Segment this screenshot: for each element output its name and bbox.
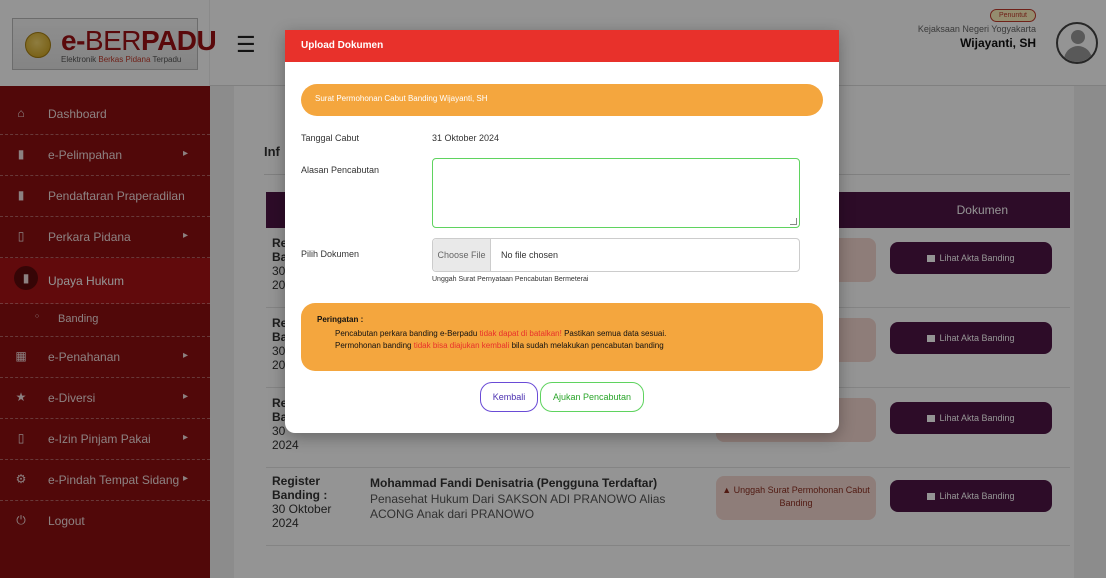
alasan-textarea[interactable] (432, 158, 800, 228)
warning-title: Peringatan : (317, 315, 364, 324)
tanggal-label: Tanggal Cabut (301, 133, 360, 143)
warning-line-1: Pencabutan perkara banding e-Berpadu tid… (335, 329, 667, 338)
document-title-bar: Surat Permohonan Cabut Banding Wijayanti… (301, 84, 823, 116)
document-title: Surat Permohonan Cabut Banding Wijayanti… (315, 94, 488, 103)
kembali-button[interactable]: Kembali (480, 382, 538, 412)
tanggal-value: 31 Oktober 2024 (432, 133, 500, 143)
alasan-label: Alasan Pencabutan (301, 165, 380, 175)
dokumen-label: Pilih Dokumen (301, 249, 360, 259)
warning-box: Peringatan : Pencabutan perkara banding … (301, 303, 823, 371)
choose-file-button[interactable]: Choose File (433, 239, 491, 271)
file-name: No file chosen (501, 250, 559, 260)
ajukan-pencabutan-button[interactable]: Ajukan Pencabutan (540, 382, 644, 412)
file-hint: Unggah Surat Pernyataan Pencabutan Berme… (432, 276, 589, 283)
modal-header: Upload Dokumen (285, 30, 839, 62)
resize-handle-icon[interactable] (790, 218, 797, 225)
upload-dokumen-modal: Upload Dokumen Surat Permohonan Cabut Ba… (285, 30, 839, 433)
warning-line-2: Permohonan banding tidak bisa diajukan k… (335, 341, 664, 350)
modal-title: Upload Dokumen (301, 40, 384, 51)
file-input[interactable]: Choose File No file chosen (432, 238, 800, 272)
